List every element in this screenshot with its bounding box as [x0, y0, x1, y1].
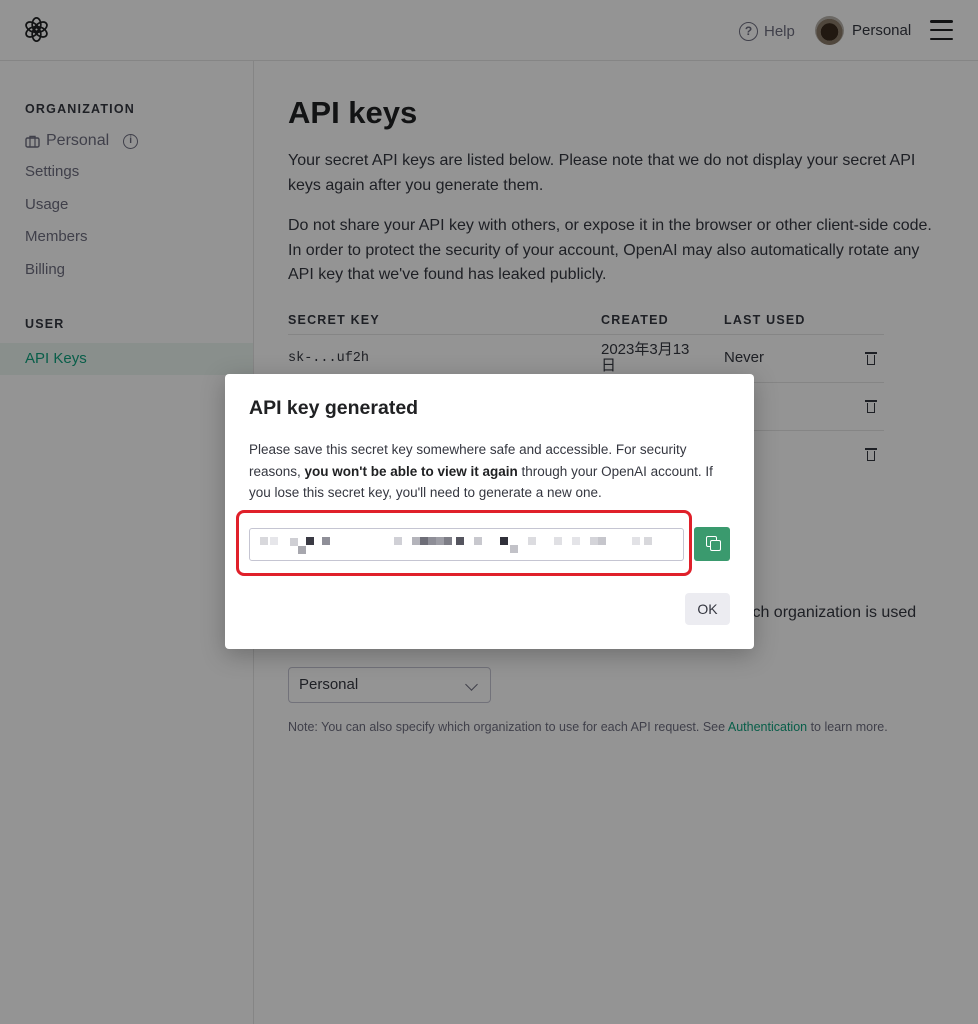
- copy-key-button[interactable]: [694, 527, 730, 561]
- dialog-title: API key generated: [249, 397, 419, 419]
- ok-button[interactable]: OK: [685, 593, 730, 625]
- dialog-body-bold: you won't be able to view it again: [304, 463, 518, 479]
- api-key-generated-dialog: API key generated Please save this secre…: [225, 374, 754, 649]
- dialog-body: Please save this secret key somewhere sa…: [249, 439, 733, 504]
- secret-key-field[interactable]: [249, 528, 684, 561]
- copy-icon-front: [710, 540, 721, 551]
